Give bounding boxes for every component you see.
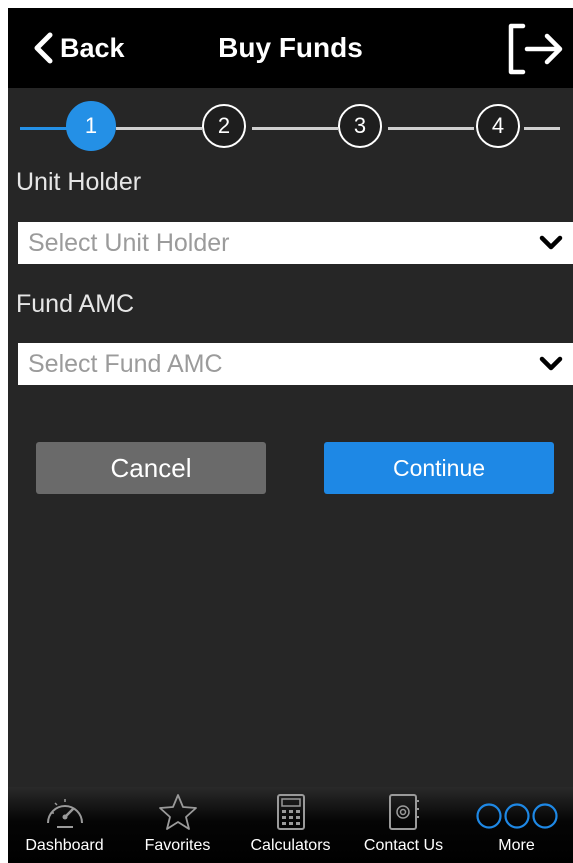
continue-button[interactable]: Continue [324,442,554,494]
unit-holder-placeholder: Select Unit Holder [28,228,230,257]
fund-amc-select[interactable]: Select Fund AMC [18,343,573,385]
star-icon [158,787,198,833]
tab-dashboard-label: Dashboard [25,837,104,854]
stepper-line [524,127,560,130]
speedometer-icon [42,787,88,833]
step-4[interactable]: 4 [476,104,520,148]
more-circles-icon [475,787,559,833]
logout-button[interactable] [503,20,565,78]
logout-arrow-icon [503,23,565,82]
stepper-line [388,127,474,130]
tab-more-label: More [498,837,535,854]
tab-more[interactable]: More [460,787,573,863]
step-3[interactable]: 3 [338,104,382,148]
tab-calculators-label: Calculators [250,837,331,854]
progress-stepper: 1 2 3 4 [8,98,573,158]
stepper-line-active [20,127,68,130]
stepper-line [252,127,338,130]
tab-favorites-label: Favorites [144,837,211,854]
stepper-line [116,127,202,130]
fund-amc-label: Fund AMC [16,290,135,318]
step-2[interactable]: 2 [202,104,246,148]
buy-funds-screen: Back Buy Funds 1 2 3 4 Unit Holder Selec… [8,8,573,863]
chevron-down-icon [539,235,565,251]
tab-calculators[interactable]: Calculators [234,787,347,863]
chevron-down-icon [539,356,565,372]
unit-holder-label: Unit Holder [16,168,142,196]
bottom-tab-bar: Dashboard Favorites Calculators Contact … [8,787,573,863]
tab-favorites[interactable]: Favorites [121,787,234,863]
calculator-icon [276,787,306,833]
address-book-icon [387,787,421,833]
nav-header: Back Buy Funds [8,8,573,88]
tab-contact-us-label: Contact Us [363,837,444,854]
tab-dashboard[interactable]: Dashboard [8,787,121,863]
fund-amc-placeholder: Select Fund AMC [28,349,223,378]
page-title: Buy Funds [218,32,363,63]
step-1[interactable]: 1 [66,101,116,151]
cancel-button[interactable]: Cancel [36,442,266,494]
tab-contact-us[interactable]: Contact Us [347,787,460,863]
unit-holder-select[interactable]: Select Unit Holder [18,222,573,264]
